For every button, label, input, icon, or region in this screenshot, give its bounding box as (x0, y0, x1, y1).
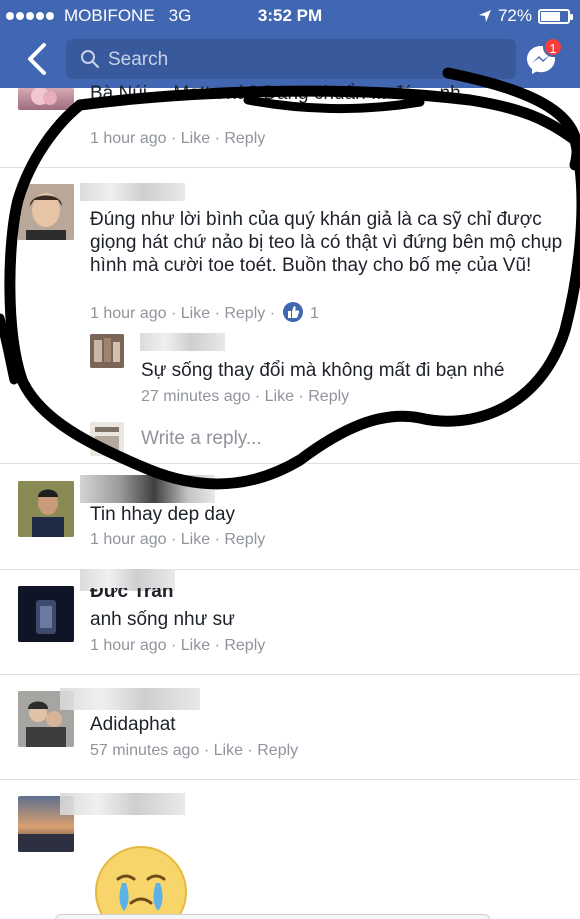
comment-meta: 57 minutes ago · Like · Reply (90, 742, 299, 759)
avatar[interactable] (18, 586, 74, 642)
person-photo-icon (18, 481, 74, 537)
comment-meta: 1 hour ago · Like · Reply · 1 (90, 302, 319, 323)
group-photo-icon (90, 334, 124, 368)
reply-meta: 27 minutes ago · Like · Reply (141, 388, 350, 405)
divider (0, 779, 580, 780)
commenter-name-blurred (80, 475, 215, 503)
bottom-bar-edge (55, 914, 490, 919)
comment-time: 1 hour ago (90, 130, 167, 147)
like-count[interactable]: 1 (310, 305, 319, 322)
comment-time: 1 hour ago (90, 305, 167, 322)
avatar[interactable] (18, 88, 74, 110)
search-icon (81, 50, 100, 69)
battery-icon (538, 8, 573, 24)
like-reaction-icon (283, 302, 304, 322)
reply-link[interactable]: Reply (224, 130, 265, 147)
avatar[interactable] (18, 481, 74, 537)
messenger-badge: 1 (543, 37, 563, 57)
avatar[interactable] (90, 334, 124, 368)
commenter-name-blurred (80, 183, 185, 201)
reply-time: 27 minutes ago (141, 388, 251, 405)
comment-text: Tin hhay dep day (90, 504, 236, 525)
search-placeholder: Search (108, 49, 169, 70)
reply-link[interactable]: Reply (308, 388, 349, 405)
person-photo-icon (18, 184, 74, 240)
search-input[interactable]: Search (66, 39, 516, 79)
comment-text: Adidaphat (90, 714, 176, 735)
crying-face-icon (95, 846, 187, 919)
comment-text: Đúng như lời bình của quý khán giả là ca… (90, 209, 563, 276)
location-arrow-icon (478, 10, 491, 22)
like-link[interactable]: Like (214, 742, 243, 759)
status-bar: MOBIFONE 3G 3:52 PM 72% (0, 0, 580, 32)
back-chevron-icon[interactable] (24, 42, 54, 76)
hand-drawn-circle-annotation (0, 67, 580, 490)
avatar[interactable] (18, 184, 74, 240)
reply-link[interactable]: Reply (224, 637, 265, 654)
like-link[interactable]: Like (181, 637, 210, 654)
reply-link[interactable]: Reply (257, 742, 298, 759)
divider (0, 674, 580, 675)
reply-link[interactable]: Reply (224, 531, 265, 548)
replier-name-blurred (140, 333, 225, 351)
like-link[interactable]: Like (265, 388, 294, 405)
like-link[interactable]: Like (181, 531, 210, 548)
comment-meta: 1 hour ago · Like · Reply (90, 637, 266, 654)
like-link[interactable]: Like (181, 130, 210, 147)
comment-time: 1 hour ago (90, 637, 167, 654)
commenter-name-blurred (60, 793, 185, 815)
comment-time: 57 minutes ago (90, 742, 200, 759)
reply-link[interactable]: Reply (224, 305, 265, 322)
comment-meta: 1 hour ago · Like · Reply (90, 130, 266, 147)
commenter-name-partial: Đức Trần (90, 588, 174, 602)
write-reply-input[interactable]: Write a reply... (141, 428, 262, 450)
comment-text-partial: Bà Núi ... Matta nà? Đang chuẩn ... đó .… (90, 83, 461, 104)
page-photo-icon (90, 422, 124, 456)
reply-text: Sự sống thay đổi mà không mất đi bạn nhé (141, 360, 505, 381)
like-link[interactable]: Like (181, 305, 210, 322)
flower-icon (31, 88, 57, 105)
battery-percent: 72% (497, 6, 532, 25)
top-bar: MOBIFONE 3G 3:52 PM 72% Search 1 (0, 0, 580, 88)
divider (0, 167, 580, 168)
comment-meta: 1 hour ago · Like · Reply (90, 531, 266, 548)
comment-time: 1 hour ago (90, 531, 167, 548)
dark-photo-icon (18, 586, 74, 642)
divider (0, 463, 580, 464)
comment-text: anh sống như sư (90, 609, 235, 630)
commenter-name-blurred (60, 688, 200, 710)
avatar (90, 422, 124, 456)
